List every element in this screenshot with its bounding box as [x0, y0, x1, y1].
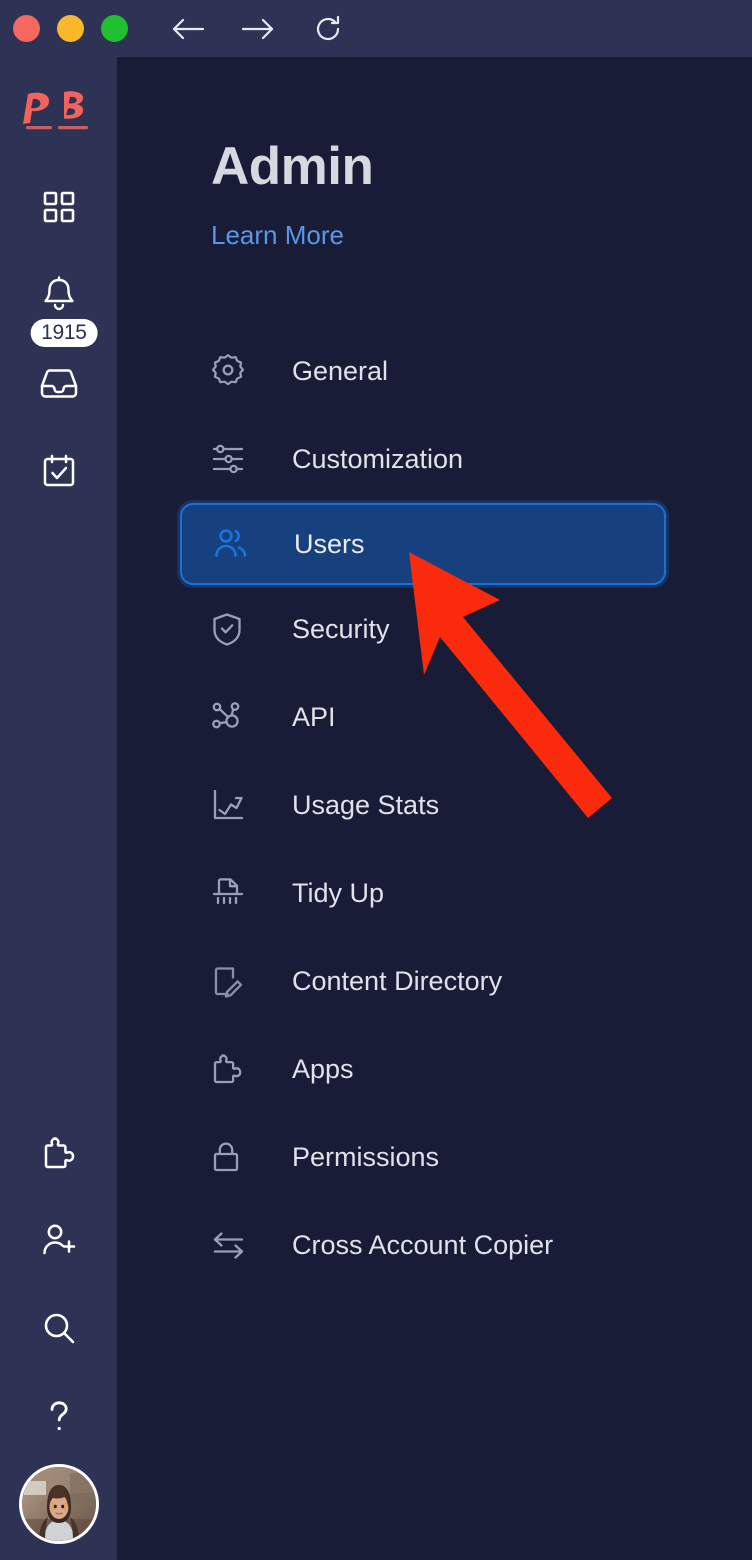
- exchange-arrows-icon: [211, 1230, 255, 1260]
- rail-item-integrations[interactable]: [0, 1108, 117, 1196]
- menu-item-label: Apps: [292, 1053, 354, 1084]
- rail-item-inbox[interactable]: 1915: [0, 319, 117, 427]
- calendar-check-icon: [41, 453, 77, 489]
- learn-more-link[interactable]: Learn More: [211, 220, 344, 251]
- menu-item-label: Permissions: [292, 1141, 440, 1172]
- puzzle-icon: [41, 1134, 77, 1170]
- menu-item-label: Cross Account Copier: [292, 1229, 554, 1260]
- title-bar: [0, 0, 752, 57]
- search-icon: [41, 1310, 77, 1346]
- question-mark-icon: [43, 1397, 75, 1435]
- menu-item-apps[interactable]: Apps: [117, 1025, 752, 1113]
- avatar[interactable]: [18, 1464, 99, 1544]
- brand-logo[interactable]: [10, 85, 105, 137]
- maximize-window-button[interactable]: [101, 15, 128, 42]
- close-window-button[interactable]: [13, 15, 40, 42]
- menu-item-label: Usage Stats: [292, 789, 440, 820]
- rail-item-search[interactable]: [0, 1284, 117, 1372]
- left-rail: 1915: [0, 57, 117, 1560]
- menu-item-customization[interactable]: Customization: [117, 415, 752, 503]
- line-chart-icon: [211, 788, 255, 822]
- back-arrow-icon[interactable]: [170, 11, 206, 47]
- rail-item-profile[interactable]: [0, 1460, 117, 1548]
- menu-item-content-directory[interactable]: Content Directory: [117, 937, 752, 1025]
- grid-icon: [41, 189, 77, 225]
- admin-menu: General Customization Users Security API…: [117, 327, 752, 1289]
- menu-item-tidy-up[interactable]: Tidy Up: [117, 849, 752, 937]
- menu-item-label: Tidy Up: [292, 877, 385, 908]
- avatar-photo: [21, 1467, 96, 1541]
- rail-bottom-group: [0, 1108, 117, 1548]
- puzzle-icon: [211, 1052, 255, 1086]
- app-window: 1915 Admin Learn More General Customizat…: [0, 0, 752, 1560]
- nodes-icon: [211, 700, 255, 734]
- main-panel: Admin Learn More General Customization U…: [117, 57, 752, 1560]
- menu-item-users[interactable]: Users: [180, 503, 666, 585]
- inbox-icon: [39, 366, 79, 400]
- shield-check-icon: [211, 612, 255, 646]
- rail-item-help[interactable]: [0, 1372, 117, 1460]
- minimize-window-button[interactable]: [57, 15, 84, 42]
- shredder-icon: [211, 876, 255, 910]
- user-plus-icon: [40, 1222, 78, 1258]
- rail-top-group: 1915: [0, 163, 117, 515]
- inbox-badge: 1915: [30, 319, 98, 347]
- menu-item-label: Users: [294, 528, 365, 559]
- lock-icon: [211, 1140, 255, 1174]
- rail-item-invite-user[interactable]: [0, 1196, 117, 1284]
- menu-item-api[interactable]: API: [117, 673, 752, 761]
- gear-icon: [211, 354, 255, 388]
- menu-item-usage-stats[interactable]: Usage Stats: [117, 761, 752, 849]
- bell-icon: [41, 276, 77, 314]
- rail-item-tasks[interactable]: [0, 427, 117, 515]
- menu-item-general[interactable]: General: [117, 327, 752, 415]
- menu-item-security[interactable]: Security: [117, 585, 752, 673]
- rail-item-apps-grid[interactable]: [0, 163, 117, 251]
- navigation-buttons: [170, 11, 346, 47]
- traffic-lights: [13, 15, 128, 42]
- note-pencil-icon: [211, 964, 255, 998]
- reload-icon[interactable]: [310, 11, 346, 47]
- users-icon: [213, 527, 257, 561]
- menu-item-label: Customization: [292, 443, 464, 474]
- forward-arrow-icon[interactable]: [240, 11, 276, 47]
- menu-item-label: Security: [292, 613, 390, 644]
- menu-item-cross-account-copier[interactable]: Cross Account Copier: [117, 1201, 752, 1289]
- sliders-icon: [211, 442, 255, 476]
- menu-item-label: Content Directory: [292, 965, 503, 996]
- menu-item-label: General: [292, 355, 389, 386]
- menu-item-permissions[interactable]: Permissions: [117, 1113, 752, 1201]
- page-title: Admin: [211, 137, 374, 196]
- menu-item-label: API: [292, 701, 336, 732]
